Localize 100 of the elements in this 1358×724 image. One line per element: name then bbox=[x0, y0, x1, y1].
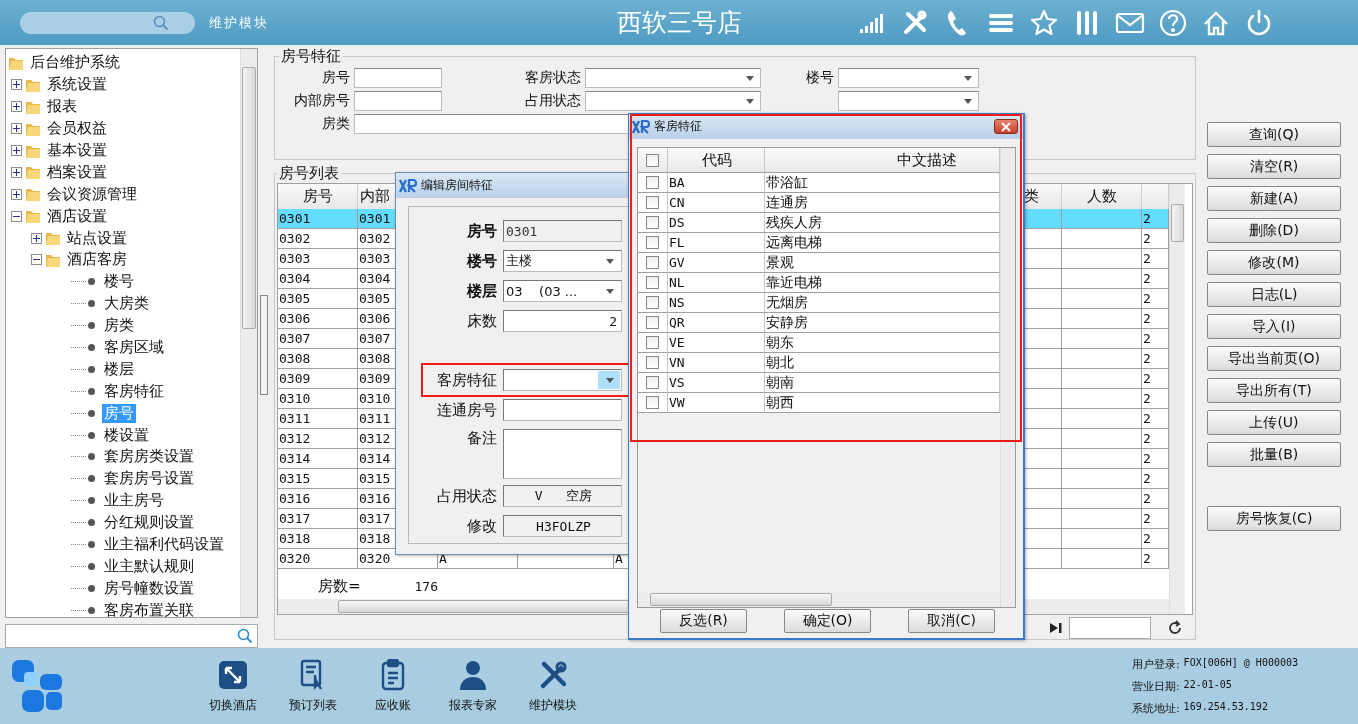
checkbox[interactable] bbox=[646, 276, 659, 289]
action-button[interactable]: 上传(U) bbox=[1207, 410, 1341, 435]
scrollbar[interactable] bbox=[240, 49, 257, 618]
app-button[interactable]: 报表专家 bbox=[434, 658, 512, 714]
tree-item[interactable]: 酒店设置 bbox=[45, 206, 109, 226]
dropdown[interactable] bbox=[838, 91, 979, 111]
tree-item[interactable]: 客房特征 bbox=[102, 381, 166, 401]
dropdown[interactable] bbox=[585, 68, 761, 88]
dropdown[interactable]: 03 (03 ... bbox=[503, 280, 622, 302]
input-field[interactable] bbox=[503, 399, 622, 421]
dropdown[interactable] bbox=[838, 68, 979, 88]
checkbox[interactable] bbox=[646, 216, 659, 229]
action-button[interactable]: 新建(A) bbox=[1207, 186, 1341, 211]
checkbox[interactable] bbox=[646, 336, 659, 349]
checkbox[interactable] bbox=[646, 296, 659, 309]
column-header[interactable]: 房号 bbox=[302, 187, 333, 206]
app-button[interactable]: 维护模块 bbox=[514, 658, 592, 714]
tree-item[interactable]: 后台维护系统 bbox=[28, 53, 122, 73]
tree-item[interactable]: 套房房类设置 bbox=[102, 447, 196, 467]
page-field[interactable] bbox=[1069, 617, 1151, 639]
action-button[interactable]: 导出所有(T) bbox=[1207, 378, 1341, 403]
tree-item[interactable]: 楼设置 bbox=[102, 425, 151, 445]
tree-item[interactable]: 房类 bbox=[102, 316, 136, 336]
app-button[interactable]: 应收账 bbox=[354, 658, 432, 714]
action-button[interactable]: 清空(R) bbox=[1207, 154, 1341, 179]
help-icon[interactable] bbox=[1158, 7, 1188, 38]
dropdown[interactable] bbox=[503, 369, 622, 391]
column-header[interactable]: 类 bbox=[1024, 187, 1039, 206]
close-button[interactable] bbox=[994, 119, 1018, 134]
scrollbar[interactable] bbox=[1000, 148, 1015, 607]
tree-item[interactable]: 会员权益 bbox=[45, 119, 109, 139]
tree-item[interactable]: 报表 bbox=[45, 97, 79, 117]
tree-item[interactable]: 套房房号设置 bbox=[102, 469, 196, 489]
search-field[interactable] bbox=[5, 624, 258, 648]
dialog-button[interactable]: 取消(C) bbox=[908, 609, 995, 633]
tree-item[interactable]: 会议资源管理 bbox=[45, 184, 139, 204]
tree-item[interactable]: 基本设置 bbox=[45, 141, 109, 160]
tree-item[interactable]: 楼层 bbox=[102, 359, 136, 379]
dialog-button[interactable]: 反选(R) bbox=[660, 609, 747, 633]
checkbox[interactable] bbox=[646, 176, 659, 189]
input-field[interactable] bbox=[354, 68, 442, 88]
expander-icon[interactable] bbox=[31, 254, 42, 266]
table-cell: 0312 bbox=[279, 431, 311, 446]
expander-icon[interactable] bbox=[11, 145, 22, 156]
input-field[interactable] bbox=[354, 91, 442, 111]
tree-item[interactable]: 分红规则设置 bbox=[102, 513, 196, 533]
dropdown[interactable] bbox=[585, 91, 761, 111]
scrollbar[interactable] bbox=[1169, 184, 1185, 614]
text-area[interactable] bbox=[503, 429, 622, 479]
dialog-button[interactable]: 确定(O) bbox=[784, 609, 871, 633]
expander-icon[interactable] bbox=[11, 188, 22, 200]
action-button[interactable]: 导出当前页(O) bbox=[1207, 346, 1341, 371]
tree-item[interactable]: 档案设置 bbox=[45, 162, 109, 182]
expander-icon[interactable] bbox=[11, 79, 22, 91]
expander-icon[interactable] bbox=[31, 232, 42, 244]
dropdown[interactable]: 主楼 bbox=[503, 250, 622, 272]
checkbox[interactable] bbox=[646, 196, 659, 209]
expander-icon[interactable] bbox=[11, 101, 22, 113]
action-button[interactable]: 日志(L) bbox=[1207, 282, 1341, 307]
tree-item[interactable]: 业主福利代码设置 bbox=[102, 535, 226, 555]
tree-item[interactable]: 大房类 bbox=[102, 294, 151, 314]
refresh-icon[interactable] bbox=[1167, 620, 1183, 636]
tree-item[interactable]: 业主默认规则 bbox=[102, 556, 196, 576]
bullet-icon bbox=[88, 541, 95, 549]
tree-item[interactable]: 站点设置 bbox=[65, 228, 129, 248]
action-button[interactable]: 房号恢复(C) bbox=[1207, 506, 1341, 531]
tree-item[interactable]: 酒店客房 bbox=[65, 250, 129, 270]
app-button[interactable]: 预订列表 bbox=[274, 658, 352, 714]
checkbox[interactable] bbox=[646, 256, 659, 269]
splitter-handle[interactable] bbox=[260, 295, 268, 395]
input-field[interactable]: 2 bbox=[503, 310, 622, 332]
action-button[interactable]: 导入(I) bbox=[1207, 314, 1341, 339]
input-field[interactable]: 0301 bbox=[503, 220, 622, 242]
tree-item[interactable]: 系统设置 bbox=[45, 75, 109, 95]
column-header[interactable]: 人数 bbox=[1086, 187, 1117, 206]
star-icon[interactable] bbox=[1029, 7, 1059, 38]
action-button[interactable]: 修改(M) bbox=[1207, 250, 1341, 275]
action-button[interactable]: 删除(D) bbox=[1207, 218, 1341, 243]
action-button[interactable]: 查询(Q) bbox=[1207, 122, 1341, 147]
tree-item[interactable]: 业主房号 bbox=[102, 491, 166, 511]
checkbox[interactable] bbox=[646, 153, 659, 167]
column-header[interactable]: 内部 bbox=[360, 187, 390, 206]
last-page-icon[interactable] bbox=[1049, 622, 1063, 634]
tree-item[interactable]: 客房区域 bbox=[102, 338, 166, 357]
scrollbar[interactable] bbox=[638, 592, 1000, 607]
search-field[interactable] bbox=[20, 11, 195, 34]
action-button[interactable]: 批量(B) bbox=[1207, 442, 1341, 467]
checkbox[interactable] bbox=[646, 396, 659, 409]
expander-icon[interactable] bbox=[11, 123, 22, 135]
checkbox[interactable] bbox=[646, 316, 659, 329]
expander-icon[interactable] bbox=[11, 210, 22, 222]
tree-item[interactable]: 客房布置关联 bbox=[102, 600, 196, 618]
bullet-icon bbox=[88, 387, 95, 395]
checkbox[interactable] bbox=[646, 236, 659, 249]
tree-item[interactable]: 房号幢数设置 bbox=[102, 578, 196, 598]
expander-icon[interactable] bbox=[11, 166, 22, 178]
checkbox[interactable] bbox=[646, 356, 659, 369]
app-button[interactable]: 切换酒店 bbox=[194, 658, 272, 714]
tree-item[interactable]: 楼号 bbox=[102, 272, 136, 292]
checkbox[interactable] bbox=[646, 376, 659, 389]
